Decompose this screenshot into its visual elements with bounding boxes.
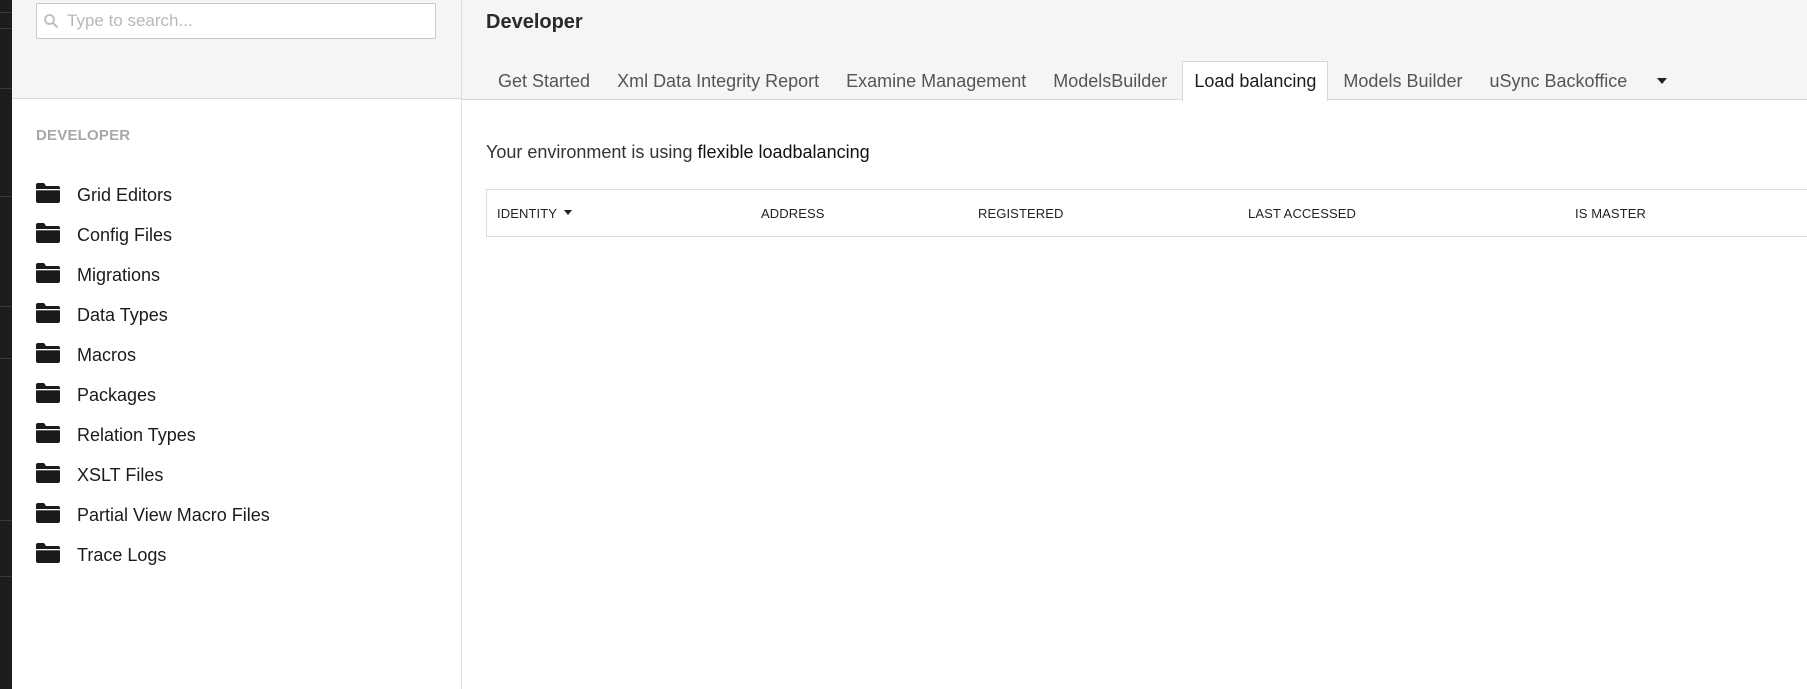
tree-item-label: Trace Logs [77,544,167,565]
tree-item-data-types[interactable]: Data Types [36,295,456,335]
environment-status-prefix: Your environment is using [486,142,698,162]
folder-icon [36,343,60,363]
tree-item-xslt-files[interactable]: XSLT Files [36,455,456,495]
column-header-label: IS MASTER [1575,205,1646,221]
tree-item-label: Config Files [77,224,173,245]
tree-item-grid-editors[interactable]: Grid Editors [36,175,456,215]
folder-icon [36,383,60,403]
sidebar-section-title: DEVELOPER [36,127,131,144]
column-header-label: IDENTITY [497,205,558,221]
search-input[interactable] [67,4,427,38]
caret-down-icon [1657,78,1668,84]
folder-icon [36,263,60,283]
folder-icon [36,503,60,523]
search-box[interactable] [36,3,436,39]
folder-icon [36,463,60,483]
tree-item-trace-logs[interactable]: Trace Logs [36,535,456,575]
tab-bar: Get Started Xml Data Integrity Report Ex… [486,61,1685,101]
tree-item-label: Partial View Macro Files [77,504,270,525]
tree-item-macros[interactable]: Macros [36,335,456,375]
tree-item-label: Data Types [77,304,168,325]
tree-item-label: Grid Editors [77,184,173,205]
environment-status: Your environment is using flexible loadb… [486,142,870,163]
tree-item-config-files[interactable]: Config Files [36,215,456,255]
app-left-strip [0,0,12,689]
tree-item-label: Packages [77,384,157,405]
folder-icon [36,423,60,443]
main-content: Your environment is using flexible loadb… [462,100,1807,689]
tab-load-balancing[interactable]: Load balancing [1182,61,1329,101]
tab-modelsbuilder[interactable]: ModelsBuilder [1041,61,1179,100]
column-header-registered[interactable]: REGISTERED [978,190,1064,236]
tab-examine-management[interactable]: Examine Management [834,61,1038,100]
sidebar: DEVELOPER Grid Editors Config Files Migr… [12,0,462,689]
environment-mode: flexible loadbalancing [697,142,870,162]
sort-descending-icon [564,209,573,215]
column-header-last-accessed[interactable]: LAST ACCESSED [1248,190,1356,236]
folder-icon [36,223,60,243]
tab-xml-data-integrity-report[interactable]: Xml Data Integrity Report [605,61,831,100]
column-header-address[interactable]: ADDRESS [761,190,825,236]
tree-item-label: Macros [77,344,137,365]
column-header-is-master[interactable]: IS MASTER [1575,190,1646,236]
folder-icon [36,183,60,203]
tree-item-relation-types[interactable]: Relation Types [36,415,456,455]
tree-item-label: Migrations [77,264,161,285]
tabs-more-button[interactable] [1642,61,1682,100]
app-root: DEVELOPER Grid Editors Config Files Migr… [0,0,1807,689]
tab-usync-backoffice[interactable]: uSync Backoffice [1477,61,1639,100]
column-header-label: REGISTERED [978,205,1064,221]
tree-item-label: Relation Types [77,424,196,445]
tree-item-migrations[interactable]: Migrations [36,255,456,295]
page-title: Developer [486,11,583,33]
tree-item-partial-view-macro-files[interactable]: Partial View Macro Files [36,495,456,535]
sidebar-search-area [12,0,461,99]
tree-item-label: XSLT Files [77,464,164,485]
folder-icon [36,303,60,323]
search-icon [44,14,58,28]
sidebar-tree: Grid Editors Config Files Migrations Dat… [36,175,456,575]
tree-item-packages[interactable]: Packages [36,375,456,415]
servers-table: IDENTITY ADDRESS REGISTERED LAST ACCESSE… [486,189,1807,237]
editor-header: Developer Get Started Xml Data Integrity… [462,0,1807,101]
column-header-label: LAST ACCESSED [1248,205,1356,221]
column-header-label: ADDRESS [761,205,825,221]
tab-get-started[interactable]: Get Started [486,61,602,100]
folder-icon [36,543,60,563]
tab-models-builder[interactable]: Models Builder [1331,61,1474,100]
column-header-identity[interactable]: IDENTITY [497,190,573,236]
